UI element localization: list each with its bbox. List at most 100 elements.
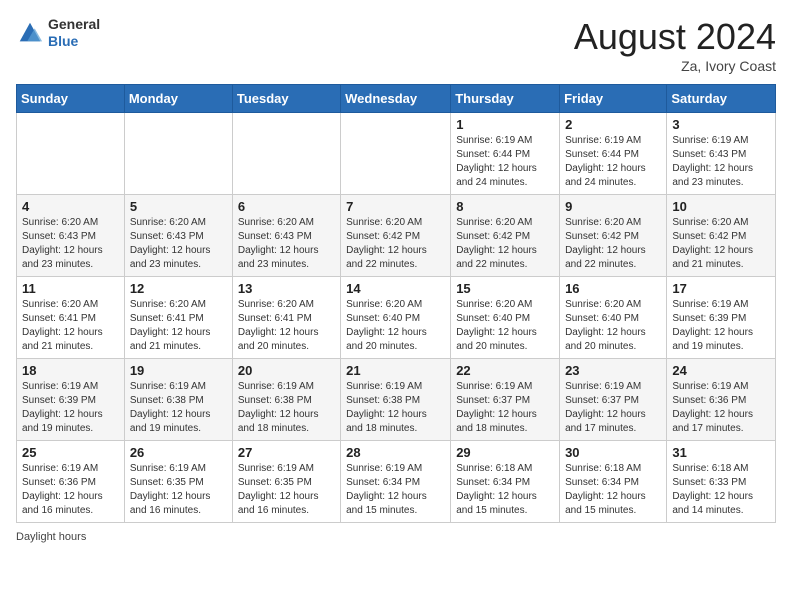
day-cell [17,113,125,195]
week-row-2: 4Sunrise: 6:20 AM Sunset: 6:43 PM Daylig… [17,195,776,277]
day-header-wednesday: Wednesday [341,85,451,113]
day-number: 29 [456,445,554,460]
calendar-header-row: SundayMondayTuesdayWednesdayThursdayFrid… [17,85,776,113]
page-header: General Blue August 2024 Za, Ivory Coast [16,16,776,74]
day-cell: 13 Sunrise: 6:20 AM Sunset: 6:41 PM Dayli… [232,277,340,359]
day-number: 21 [346,363,445,378]
day-header-saturday: Saturday [667,85,776,113]
day-cell: 25 Sunrise: 6:19 AM Sunset: 6:36 PM Dayli… [17,441,125,523]
day-cell: 7Sunrise: 6:20 AM Sunset: 6:42 PM Daylig… [341,195,451,277]
day-number: 10 [672,199,770,214]
day-number: 12 [130,281,227,296]
logo-general: General [48,16,100,32]
day-header-thursday: Thursday [451,85,560,113]
day-cell: 21 Sunrise: 6:19 AM Sunset: 6:38 PM Dayli… [341,359,451,441]
day-number: 30 [565,445,661,460]
day-info: Sunrise: 6:19 AM Sunset: 6:36 PM Dayligh… [672,380,770,436]
day-info: Sunrise: 6:19 AM Sunset: 6:44 PM Dayligh… [456,134,554,190]
day-cell: 19 Sunrise: 6:19 AM Sunset: 6:38 PM Dayli… [124,359,232,441]
day-cell: 22Sunrise: 6:19 AM Sunset: 6:37 PM Dayli… [451,359,560,441]
day-cell: 12 Sunrise: 6:20 AM Sunset: 6:41 PM Dayli… [124,277,232,359]
day-number: 14 [346,281,445,296]
day-cell: 26 Sunrise: 6:19 AM Sunset: 6:35 PM Dayli… [124,441,232,523]
day-cell [232,113,340,195]
day-info: Sunrise: 6:19 AM Sunset: 6:36 PM Dayligh… [22,462,119,518]
day-number: 22 [456,363,554,378]
day-header-monday: Monday [124,85,232,113]
day-info: Sunrise: 6:18 AM Sunset: 6:34 PM Dayligh… [565,462,661,518]
day-cell [124,113,232,195]
logo: General Blue [16,16,100,50]
day-header-tuesday: Tuesday [232,85,340,113]
month-year: August 2024 [574,16,776,58]
day-cell: 23Sunrise: 6:19 AM Sunset: 6:37 PM Dayli… [560,359,667,441]
day-info: Sunrise: 6:20 AM Sunset: 6:43 PM Dayligh… [22,216,119,272]
day-cell: 30 Sunrise: 6:18 AM Sunset: 6:34 PM Dayli… [560,441,667,523]
logo-blue: Blue [48,33,78,49]
day-info: Sunrise: 6:19 AM Sunset: 6:39 PM Dayligh… [22,380,119,436]
day-number: 8 [456,199,554,214]
day-info: Sunrise: 6:20 AM Sunset: 6:41 PM Dayligh… [130,298,227,354]
day-info: Sunrise: 6:20 AM Sunset: 6:40 PM Dayligh… [346,298,445,354]
day-cell: 16 Sunrise: 6:20 AM Sunset: 6:40 PM Dayli… [560,277,667,359]
day-info: Sunrise: 6:20 AM Sunset: 6:42 PM Dayligh… [565,216,661,272]
day-info: Sunrise: 6:19 AM Sunset: 6:35 PM Dayligh… [130,462,227,518]
day-number: 24 [672,363,770,378]
day-info: Sunrise: 6:20 AM Sunset: 6:40 PM Dayligh… [565,298,661,354]
day-cell: 1Sunrise: 6:19 AM Sunset: 6:44 PM Daylig… [451,113,560,195]
day-number: 7 [346,199,445,214]
day-cell: 6 Sunrise: 6:20 AM Sunset: 6:43 PM Daylig… [232,195,340,277]
day-number: 16 [565,281,661,296]
day-info: Sunrise: 6:20 AM Sunset: 6:42 PM Dayligh… [456,216,554,272]
day-info: Sunrise: 6:20 AM Sunset: 6:43 PM Dayligh… [130,216,227,272]
logo-icon [16,19,44,47]
day-cell: 28Sunrise: 6:19 AM Sunset: 6:34 PM Dayli… [341,441,451,523]
footer-note: Daylight hours [16,531,776,543]
day-cell: 5Sunrise: 6:20 AM Sunset: 6:43 PM Daylig… [124,195,232,277]
logo-text: General Blue [48,16,100,50]
day-number: 18 [22,363,119,378]
day-header-friday: Friday [560,85,667,113]
day-cell: 27Sunrise: 6:19 AM Sunset: 6:35 PM Dayli… [232,441,340,523]
day-number: 26 [130,445,227,460]
day-number: 15 [456,281,554,296]
day-cell: 11Sunrise: 6:20 AM Sunset: 6:41 PM Dayli… [17,277,125,359]
day-cell: 10 Sunrise: 6:20 AM Sunset: 6:42 PM Dayli… [667,195,776,277]
day-info: Sunrise: 6:20 AM Sunset: 6:43 PM Dayligh… [238,216,335,272]
day-cell: 17Sunrise: 6:19 AM Sunset: 6:39 PM Dayli… [667,277,776,359]
day-header-sunday: Sunday [17,85,125,113]
day-info: Sunrise: 6:20 AM Sunset: 6:41 PM Dayligh… [22,298,119,354]
day-info: Sunrise: 6:19 AM Sunset: 6:38 PM Dayligh… [346,380,445,436]
day-number: 13 [238,281,335,296]
day-number: 31 [672,445,770,460]
day-cell [341,113,451,195]
day-number: 27 [238,445,335,460]
day-info: Sunrise: 6:19 AM Sunset: 6:34 PM Dayligh… [346,462,445,518]
day-cell: 4Sunrise: 6:20 AM Sunset: 6:43 PM Daylig… [17,195,125,277]
day-number: 9 [565,199,661,214]
day-number: 20 [238,363,335,378]
day-info: Sunrise: 6:19 AM Sunset: 6:37 PM Dayligh… [565,380,661,436]
day-info: Sunrise: 6:20 AM Sunset: 6:42 PM Dayligh… [672,216,770,272]
day-info: Sunrise: 6:19 AM Sunset: 6:38 PM Dayligh… [238,380,335,436]
day-info: Sunrise: 6:19 AM Sunset: 6:39 PM Dayligh… [672,298,770,354]
day-cell: 8 Sunrise: 6:20 AM Sunset: 6:42 PM Daylig… [451,195,560,277]
calendar-table: SundayMondayTuesdayWednesdayThursdayFrid… [16,84,776,523]
day-number: 25 [22,445,119,460]
week-row-5: 25 Sunrise: 6:19 AM Sunset: 6:36 PM Dayli… [17,441,776,523]
daylight-hours-label: Daylight hours [16,531,86,543]
day-number: 6 [238,199,335,214]
day-cell: 29 Sunrise: 6:18 AM Sunset: 6:34 PM Dayli… [451,441,560,523]
day-cell: 15Sunrise: 6:20 AM Sunset: 6:40 PM Dayli… [451,277,560,359]
day-info: Sunrise: 6:18 AM Sunset: 6:34 PM Dayligh… [456,462,554,518]
day-cell: 9 Sunrise: 6:20 AM Sunset: 6:42 PM Daylig… [560,195,667,277]
day-number: 2 [565,117,661,132]
day-info: Sunrise: 6:19 AM Sunset: 6:44 PM Dayligh… [565,134,661,190]
week-row-4: 18 Sunrise: 6:19 AM Sunset: 6:39 PM Dayli… [17,359,776,441]
day-info: Sunrise: 6:20 AM Sunset: 6:41 PM Dayligh… [238,298,335,354]
day-number: 3 [672,117,770,132]
day-number: 19 [130,363,227,378]
day-info: Sunrise: 6:19 AM Sunset: 6:38 PM Dayligh… [130,380,227,436]
week-row-1: 1Sunrise: 6:19 AM Sunset: 6:44 PM Daylig… [17,113,776,195]
day-cell: 2 Sunrise: 6:19 AM Sunset: 6:44 PM Daylig… [560,113,667,195]
